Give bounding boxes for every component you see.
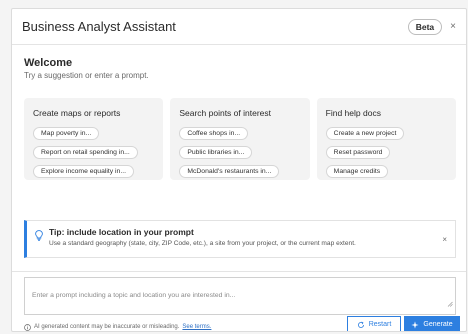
card-search-poi: Search points of interest Coffee shops i… [170, 98, 310, 180]
panel-title: Business Analyst Assistant [22, 19, 176, 34]
tip-title: Tip: include location in your prompt [49, 227, 194, 237]
restart-label: Restart [368, 321, 392, 328]
welcome-section: Welcome Try a suggestion or enter a prom… [24, 57, 149, 80]
suggestion-cards: Create maps or reports Map poverty in...… [24, 98, 456, 180]
sparkle-icon [411, 320, 420, 329]
chip-explore-income[interactable]: Explore income equality in... [33, 165, 135, 178]
card-create-maps: Create maps or reports Map poverty in...… [24, 98, 164, 180]
resize-handle-icon[interactable] [447, 294, 453, 312]
chip-public-libraries[interactable]: Public libraries in... [179, 146, 253, 159]
lightbulb-icon [35, 227, 49, 246]
prompt-input[interactable] [32, 292, 448, 299]
terms-link[interactable]: See terms. [182, 324, 211, 330]
card-title: Create maps or reports [33, 108, 121, 118]
tip-body: Tip: include location in your prompt Use… [49, 227, 442, 247]
welcome-title: Welcome [24, 57, 73, 69]
card-help-docs: Find help docs Create a new project Rese… [316, 98, 456, 180]
panel-header: Business Analyst Assistant Beta × [12, 9, 466, 45]
card-title: Search points of interest [179, 108, 271, 118]
beta-badge: Beta [407, 18, 443, 35]
card-title: Find help docs [325, 108, 381, 118]
prompt-box [24, 277, 456, 315]
tip-banner: Tip: include location in your prompt Use… [24, 220, 456, 258]
divider [12, 271, 466, 272]
info-icon [24, 323, 31, 331]
chip-create-project[interactable]: Create a new project [325, 127, 405, 140]
assistant-panel: Business Analyst Assistant Beta × Welcom… [11, 8, 467, 332]
disclaimer-text: AI generated content may be inaccurate o… [34, 324, 180, 330]
restart-icon [357, 321, 364, 328]
chip-reset-password[interactable]: Reset password [325, 146, 391, 159]
generate-button[interactable]: Generate [404, 316, 460, 331]
welcome-subtitle: Try a suggestion or enter a prompt. [24, 71, 149, 80]
tip-text: Use a standard geography (state, city, Z… [49, 240, 356, 247]
dismiss-tip-button[interactable]: × [442, 227, 447, 244]
chip-coffee-shops[interactable]: Coffee shops in... [179, 127, 249, 140]
generate-label: Generate [423, 321, 453, 328]
restart-button[interactable]: Restart [347, 316, 401, 331]
chip-map-poverty[interactable]: Map poverty in... [33, 127, 100, 140]
close-panel-button[interactable]: × [450, 21, 456, 32]
chip-manage-credits[interactable]: Manage credits [325, 165, 389, 178]
chip-report-retail[interactable]: Report on retail spending in... [33, 146, 138, 159]
chip-mcdonalds[interactable]: McDonald's restaurants in... [179, 165, 280, 178]
